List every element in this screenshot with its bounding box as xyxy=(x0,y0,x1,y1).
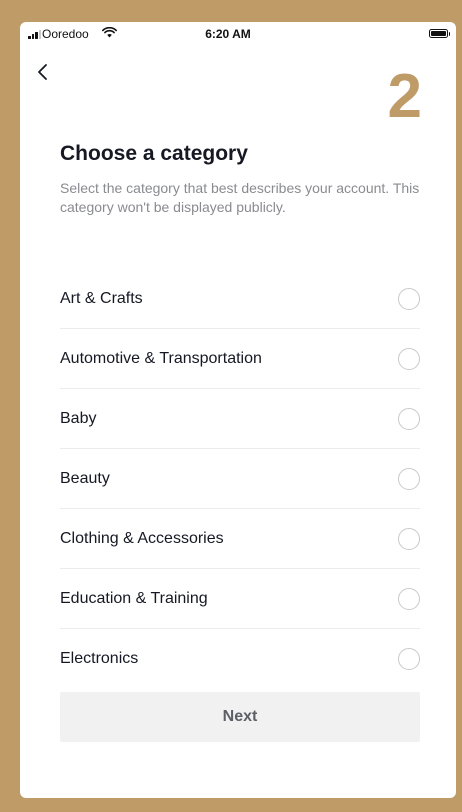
category-label: Education & Training xyxy=(60,589,208,607)
category-item-clothing-accessories[interactable]: Clothing & Accessories xyxy=(60,509,420,569)
radio-button[interactable] xyxy=(398,287,420,310)
radio-button[interactable] xyxy=(398,587,420,610)
category-label: Electronics xyxy=(60,650,139,667)
category-item-beauty[interactable]: Beauty xyxy=(60,449,420,509)
radio-button[interactable] xyxy=(398,527,420,550)
category-item-education-training[interactable]: Education & Training xyxy=(60,569,420,629)
category-label: Automotive & Transportation xyxy=(60,349,262,367)
radio-button[interactable] xyxy=(398,648,420,670)
category-item-art-crafts[interactable]: Art & Crafts xyxy=(60,269,420,329)
radio-button[interactable] xyxy=(398,347,420,370)
status-bar: Ooredoo 6:20 AM xyxy=(20,22,456,46)
category-list: Art & Crafts Automotive & Transportation… xyxy=(60,269,420,689)
radio-button[interactable] xyxy=(398,467,420,490)
step-number: 2 xyxy=(387,62,422,131)
category-label: Art & Crafts xyxy=(60,289,143,307)
back-button[interactable] xyxy=(32,60,56,84)
category-label: Clothing & Accessories xyxy=(60,529,224,547)
status-time: 6:20 AM xyxy=(205,27,251,41)
battery-icon xyxy=(429,29,450,38)
category-item-automotive-transportation[interactable]: Automotive & Transportation xyxy=(60,329,420,389)
next-button[interactable]: Next xyxy=(60,692,420,742)
category-label: Beauty xyxy=(60,469,110,487)
page-title: Choose a category xyxy=(60,142,248,165)
category-label: Baby xyxy=(60,409,97,427)
category-item-baby[interactable]: Baby xyxy=(60,389,420,449)
radio-button[interactable] xyxy=(398,407,420,430)
chevron-left-icon xyxy=(38,64,47,80)
phone-screen: Ooredoo 6:20 AM 2 Choose a category Sele… xyxy=(20,22,456,798)
page-subtitle: Select the category that best describes … xyxy=(60,180,420,215)
category-item-electronics[interactable]: Electronics xyxy=(60,629,420,689)
